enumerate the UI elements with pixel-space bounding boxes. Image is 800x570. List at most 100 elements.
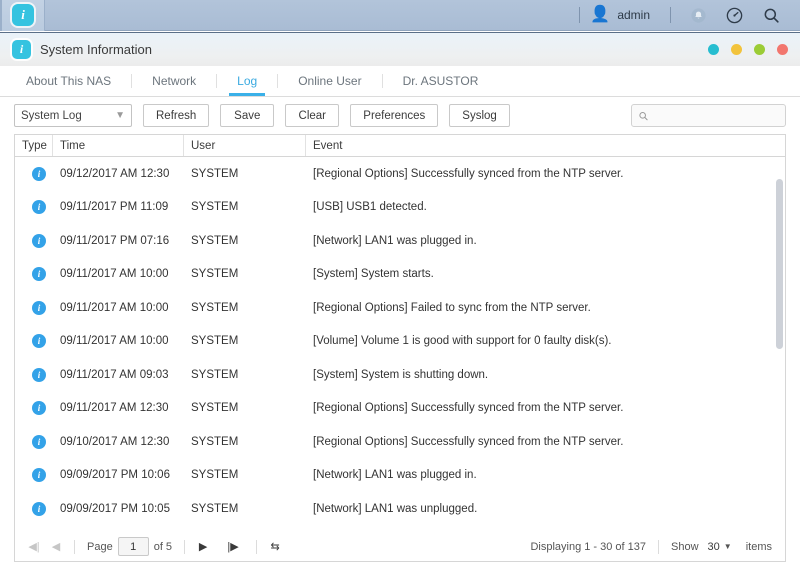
- taskbar-separator: [579, 7, 581, 23]
- system-information-window: i System Information About This NAS Netw…: [0, 32, 800, 570]
- last-page-icon[interactable]: |▶: [222, 536, 244, 558]
- notification-bell-icon[interactable]: [690, 7, 707, 24]
- info-icon: i: [32, 300, 46, 315]
- column-header-time[interactable]: Time: [53, 135, 184, 156]
- cell-event: [Network] LAN1 was plugged in.: [313, 469, 477, 482]
- displaying-count-label: Displaying 1 - 30 of 137: [530, 540, 647, 553]
- cell-type: i: [15, 166, 53, 181]
- maximize-button[interactable]: [754, 44, 765, 55]
- page-size-select[interactable]: 30 ▼: [704, 541, 736, 553]
- tab-log[interactable]: Log: [217, 66, 277, 96]
- cell-time: 09/11/2017 AM 10:00: [60, 301, 169, 314]
- cell-type: i: [15, 300, 53, 315]
- log-type-value: System Log: [21, 109, 82, 122]
- cell-time: 09/11/2017 AM 10:00: [60, 335, 169, 348]
- status-divider: [184, 539, 186, 554]
- scrollbar-thumb[interactable]: [776, 179, 783, 349]
- cell-time: 09/10/2017 AM 12:30: [60, 435, 170, 448]
- cell-type: i: [15, 233, 53, 248]
- previous-page-icon[interactable]: ◀: [45, 536, 67, 558]
- cell-type: i: [15, 267, 53, 282]
- info-app-icon: i: [12, 40, 31, 59]
- tab-label: Online User: [298, 74, 362, 88]
- table-row[interactable]: i 09/11/2017 PM 07:16 SYSTEM [Network] LAN1…: [15, 224, 785, 258]
- cell-event: [Regional Options] Successfully synced f…: [313, 435, 624, 448]
- tab-dr-asustor[interactable]: Dr. ASUSTOR: [383, 66, 499, 96]
- cell-user: SYSTEM: [191, 335, 239, 348]
- table-row[interactable]: i 09/09/2017 PM 10:06 SYSTEM [Network] LAN1…: [15, 459, 785, 493]
- close-button[interactable]: [777, 44, 788, 55]
- chevron-down-icon: ▼: [723, 542, 732, 551]
- info-icon: i: [32, 233, 46, 248]
- cell-type: i: [15, 434, 53, 449]
- info-icon: i: [32, 334, 46, 349]
- clear-button[interactable]: Clear: [285, 104, 340, 127]
- cell-type: i: [15, 468, 53, 483]
- table-row[interactable]: i 09/10/2017 AM 12:30 SYSTEM [Regional Opti…: [15, 425, 785, 459]
- first-page-icon[interactable]: ◀|: [23, 536, 45, 558]
- column-header-type[interactable]: Type: [15, 135, 53, 156]
- log-type-select[interactable]: System Log ▼: [14, 104, 132, 127]
- cell-user: SYSTEM: [191, 268, 239, 281]
- minimize-button[interactable]: [731, 44, 742, 55]
- log-toolbar: System Log ▼ Refresh Save Clear Preferen…: [0, 97, 800, 134]
- cell-type: i: [15, 334, 53, 349]
- taskbar-separator: [670, 7, 671, 23]
- column-header-event[interactable]: Event: [306, 135, 785, 156]
- current-user-label: admin: [617, 8, 650, 22]
- dashboard-gauge-icon[interactable]: [725, 6, 744, 25]
- window-titlebar[interactable]: i System Information: [0, 33, 800, 66]
- info-icon: i: [32, 200, 46, 215]
- preferences-button[interactable]: Preferences: [350, 104, 439, 127]
- cell-type: i: [15, 367, 53, 382]
- taskbar-right-cluster: 👤 admin: [569, 0, 800, 31]
- search-input[interactable]: [653, 109, 779, 122]
- taskbar-app-system-information[interactable]: i: [1, 0, 45, 31]
- table-row[interactable]: i 09/11/2017 AM 10:00 SYSTEM [Regional Opti…: [15, 291, 785, 325]
- table-row[interactable]: i 09/12/2017 AM 12:30 SYSTEM [Regional Opti…: [15, 157, 785, 191]
- table-row[interactable]: i 09/09/2017 PM 10:05 SYSTEM [Network] LAN1…: [15, 492, 785, 526]
- page-size-value: 30: [707, 540, 720, 553]
- cell-event: [USB] USB1 detected.: [313, 201, 427, 214]
- cell-user: SYSTEM: [191, 435, 239, 448]
- tab-about-this-nas[interactable]: About This NAS: [6, 66, 131, 96]
- cell-user: SYSTEM: [191, 502, 239, 515]
- tab-online-user[interactable]: Online User: [278, 66, 381, 96]
- cell-event: [Regional Options] Successfully synced f…: [313, 167, 624, 180]
- table-row[interactable]: i 09/11/2017 AM 09:03 SYSTEM [System] Syste…: [15, 358, 785, 392]
- tab-network[interactable]: Network: [132, 66, 216, 96]
- page-number-input[interactable]: [117, 537, 149, 556]
- cell-event: [Volume] Volume 1 is good with support f…: [313, 335, 612, 348]
- grid-rows-container: i 09/12/2017 AM 12:30 SYSTEM [Regional Opti…: [15, 157, 785, 532]
- table-row[interactable]: i 09/11/2017 AM 12:30 SYSTEM [Regional Opti…: [15, 392, 785, 426]
- table-row[interactable]: i09/09/2017 PM 10:04SYSTEM[Network] LAN1…: [15, 526, 785, 533]
- refresh-icon[interactable]: ⇆: [264, 536, 286, 558]
- log-grid: Type Time User Event i 09/12/2017 AM 12:3…: [14, 134, 786, 532]
- info-icon: i: [32, 367, 46, 382]
- cell-time: 09/09/2017 PM 10:06: [60, 469, 170, 482]
- tab-label: About This NAS: [26, 74, 112, 88]
- cell-user: SYSTEM: [191, 234, 239, 247]
- table-row[interactable]: i 09/11/2017 AM 10:00 SYSTEM [Volume] Volum…: [15, 325, 785, 359]
- cell-event: [Network] LAN1 was unplugged.: [313, 502, 478, 515]
- cell-time: 09/09/2017 PM 10:05: [60, 502, 170, 515]
- cell-type: i: [15, 401, 53, 416]
- grid-vertical-scrollbar[interactable]: [775, 157, 784, 532]
- save-button[interactable]: Save: [220, 104, 275, 127]
- pin-button[interactable]: [708, 44, 719, 55]
- show-label: Show: [671, 540, 699, 553]
- next-page-icon[interactable]: ▶: [192, 536, 214, 558]
- tab-label: Log: [237, 74, 258, 88]
- cell-user: SYSTEM: [191, 167, 239, 180]
- cell-user: SYSTEM: [191, 402, 239, 415]
- column-header-user[interactable]: User: [184, 135, 306, 156]
- search-icon[interactable]: [762, 6, 781, 25]
- search-field-container[interactable]: [631, 104, 786, 127]
- cell-type: i: [15, 501, 53, 516]
- syslog-button[interactable]: Syslog: [449, 104, 510, 127]
- refresh-button[interactable]: Refresh: [143, 104, 210, 127]
- info-icon: i: [32, 401, 46, 416]
- table-row[interactable]: i 09/11/2017 AM 10:00 SYSTEM [System] Syste…: [15, 258, 785, 292]
- cell-time: 09/11/2017 PM 11:09: [60, 201, 169, 214]
- table-row[interactable]: i 09/11/2017 PM 11:09 SYSTEM [USB] USB1 det…: [15, 191, 785, 225]
